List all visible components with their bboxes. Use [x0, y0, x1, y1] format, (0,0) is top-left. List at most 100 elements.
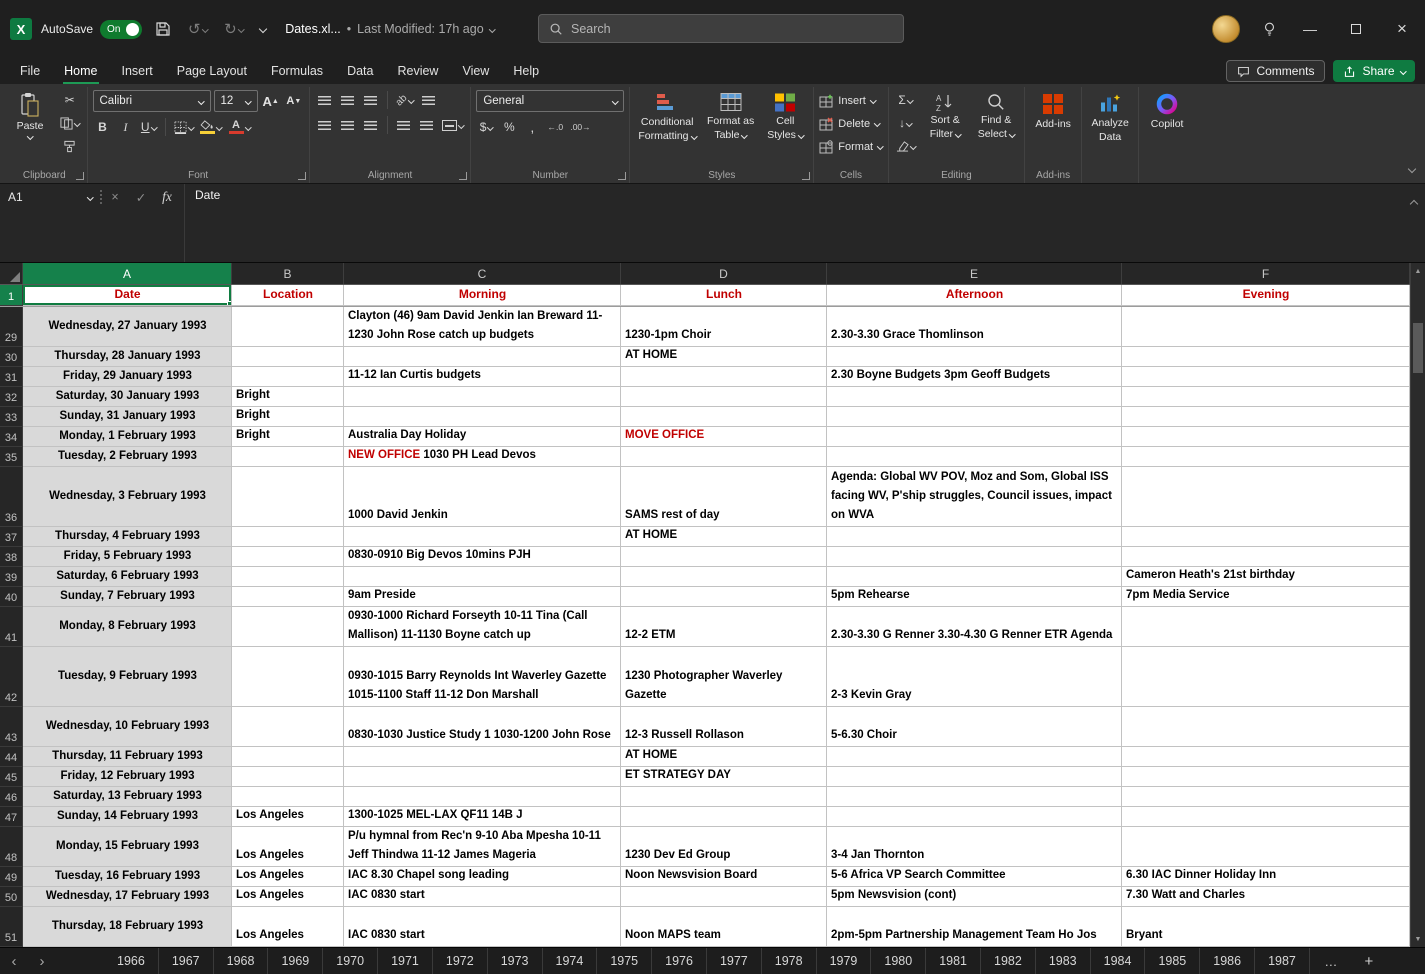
cell[interactable]: [1122, 307, 1410, 347]
sheet-tab-1976[interactable]: 1976: [652, 948, 707, 974]
scroll-down-button[interactable]: ▼: [1411, 931, 1425, 947]
cell[interactable]: Noon Newsvision Board: [621, 867, 827, 887]
row-header-29[interactable]: 29: [0, 307, 23, 347]
cell[interactable]: [621, 387, 827, 407]
cell[interactable]: IAC 8.30 Chapel song leading: [344, 867, 621, 887]
row-header-38[interactable]: 38: [0, 547, 23, 567]
row-header-41[interactable]: 41: [0, 607, 23, 647]
decrease-font-size-button[interactable]: A▼: [284, 91, 304, 111]
cell[interactable]: Saturday, 13 February 1993: [23, 787, 232, 807]
cell[interactable]: [232, 467, 344, 527]
cell[interactable]: Thursday, 28 January 1993: [23, 347, 232, 367]
ribbon-collapse-button[interactable]: [1407, 159, 1417, 177]
row-header-42[interactable]: 42: [0, 647, 23, 707]
cell[interactable]: [1122, 547, 1410, 567]
cell[interactable]: 12-2 ETM: [621, 607, 827, 647]
sheet-nav-left-button[interactable]: ‹: [0, 948, 28, 974]
enter-formula-button[interactable]: ✓: [128, 184, 154, 210]
increase-font-size-button[interactable]: A▲: [261, 91, 281, 111]
select-all-button[interactable]: [0, 263, 23, 284]
cell[interactable]: [232, 567, 344, 587]
copilot-button[interactable]: Copilot: [1144, 90, 1190, 167]
find-select-button[interactable]: Find & Select: [973, 90, 1019, 142]
formula-bar-collapse-button[interactable]: [1409, 194, 1419, 212]
cell[interactable]: Saturday, 30 January 1993: [23, 387, 232, 407]
row-header-31[interactable]: 31: [0, 367, 23, 387]
decrease-indent-button[interactable]: [394, 115, 414, 135]
cell[interactable]: Sunday, 31 January 1993: [23, 407, 232, 427]
cell[interactable]: Saturday, 6 February 1993: [23, 567, 232, 587]
cell[interactable]: [232, 587, 344, 607]
cell[interactable]: Tuesday, 16 February 1993: [23, 867, 232, 887]
autosum-button[interactable]: Σ: [894, 90, 918, 110]
cell[interactable]: 0930-1015 Barry Reynolds Int Waverley Ga…: [344, 647, 621, 707]
fill-handle[interactable]: [227, 301, 231, 305]
format-cells-button[interactable]: Format: [819, 136, 884, 157]
sheet-tab-1966[interactable]: 1966: [104, 948, 159, 974]
cell[interactable]: [1122, 347, 1410, 367]
cell[interactable]: 5-6 Africa VP Search Committee: [827, 867, 1122, 887]
scrollbar-thumb[interactable]: [1413, 323, 1423, 373]
cell[interactable]: [1122, 367, 1410, 387]
cell[interactable]: 6.30 IAC Dinner Holiday Inn: [1122, 867, 1410, 887]
cell[interactable]: Friday, 29 January 1993: [23, 367, 232, 387]
cell[interactable]: [344, 407, 621, 427]
insert-function-button[interactable]: fx: [154, 184, 180, 210]
conditional-formatting-button[interactable]: Conditional Formatting: [635, 90, 699, 144]
align-left-button[interactable]: [315, 115, 335, 135]
underline-button[interactable]: U: [139, 117, 159, 137]
font-name-combobox[interactable]: Calibri: [92, 90, 211, 112]
copy-button[interactable]: [58, 113, 82, 133]
column-header-A[interactable]: A: [23, 263, 232, 284]
cell[interactable]: [1122, 767, 1410, 787]
clear-button[interactable]: [894, 136, 918, 156]
sheet-tab-1967[interactable]: 1967: [159, 948, 214, 974]
font-size-combobox[interactable]: 12: [213, 90, 258, 112]
row-header-40[interactable]: 40: [0, 587, 23, 607]
cell[interactable]: Bright: [232, 427, 344, 447]
cell[interactable]: Lunch: [621, 285, 827, 306]
sheet-tab-1985[interactable]: 1985: [1145, 948, 1201, 974]
sheet-tab-1972[interactable]: 1972: [433, 948, 488, 974]
cell[interactable]: [1122, 607, 1410, 647]
cell[interactable]: [1122, 527, 1410, 547]
cell[interactable]: 5pm Newsvision (cont): [827, 887, 1122, 907]
cell[interactable]: [827, 807, 1122, 827]
cell[interactable]: Date: [23, 285, 232, 306]
cell[interactable]: 2pm-5pm Partnership Management Team Ho J…: [827, 907, 1122, 947]
sheet-tab-1983[interactable]: 1983: [1036, 948, 1091, 974]
cell[interactable]: [1122, 647, 1410, 707]
name-box[interactable]: A1: [0, 184, 100, 210]
align-middle-button[interactable]: [338, 90, 358, 110]
cell[interactable]: Bryant: [1122, 907, 1410, 947]
increase-indent-button[interactable]: [417, 115, 437, 135]
sheet-tab-1982[interactable]: 1982: [981, 948, 1036, 974]
cell[interactable]: [232, 747, 344, 767]
cell[interactable]: IAC 0830 start: [344, 907, 621, 947]
row-header-37[interactable]: 37: [0, 527, 23, 547]
wrap-text-button[interactable]: [418, 90, 438, 110]
cell[interactable]: Monday, 1 February 1993: [23, 427, 232, 447]
cell[interactable]: Friday, 12 February 1993: [23, 767, 232, 787]
sheet-tab-1981[interactable]: 1981: [926, 948, 981, 974]
cell[interactable]: [344, 767, 621, 787]
sheet-tab-1969[interactable]: 1969: [268, 948, 324, 974]
close-button[interactable]: ×: [1379, 0, 1425, 58]
cell[interactable]: [344, 787, 621, 807]
row-header-39[interactable]: 39: [0, 567, 23, 587]
row-header-36[interactable]: 36: [0, 467, 23, 527]
cell[interactable]: [621, 367, 827, 387]
new-sheet-button[interactable]: +: [1354, 948, 1384, 974]
sheet-tab-1971[interactable]: 1971: [378, 948, 433, 974]
cell[interactable]: ET STRATEGY DAY: [621, 767, 827, 787]
cell[interactable]: [1122, 407, 1410, 427]
cell[interactable]: Wednesday, 10 February 1993: [23, 707, 232, 747]
sheet-tab-1978[interactable]: 1978: [762, 948, 817, 974]
undo-button[interactable]: ↺: [184, 18, 211, 40]
cell[interactable]: [827, 747, 1122, 767]
cell[interactable]: [1122, 787, 1410, 807]
row-header-49[interactable]: 49: [0, 867, 23, 887]
cell[interactable]: Friday, 5 February 1993: [23, 547, 232, 567]
cell[interactable]: [1122, 747, 1410, 767]
align-bottom-button[interactable]: [361, 90, 381, 110]
